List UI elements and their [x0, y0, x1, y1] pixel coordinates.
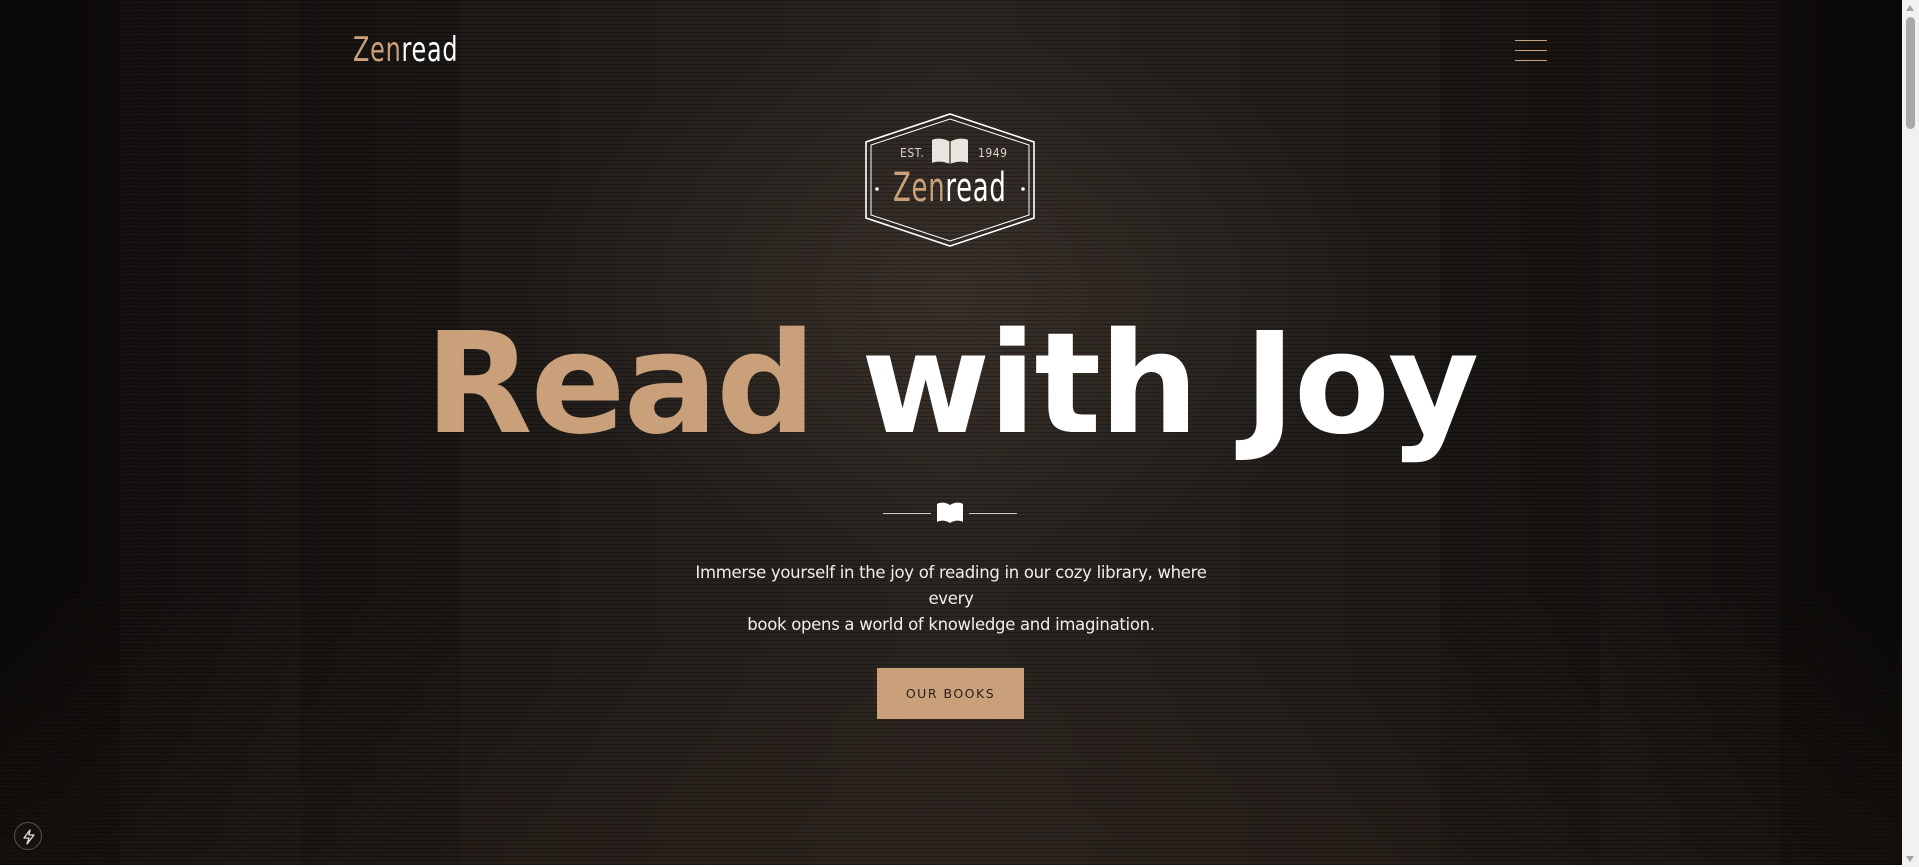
lightning-bolt-icon[interactable]	[14, 822, 42, 850]
scroll-down-arrow-icon[interactable]	[1906, 856, 1914, 862]
divider-line-right	[969, 513, 1017, 514]
ornament-divider	[883, 498, 1017, 528]
logo-read-text: read	[401, 30, 459, 70]
badge-zen-text: Zen	[893, 165, 946, 211]
header-logo[interactable]: Zenread	[353, 30, 458, 70]
page-scrollbar[interactable]	[1902, 0, 1919, 867]
scrollbar-thumb[interactable]	[1906, 17, 1915, 129]
divider-line-left	[883, 513, 931, 514]
tagline-line-2: book opens a world of knowledge and imag…	[747, 615, 1155, 634]
open-book-icon	[937, 502, 963, 523]
logo-zen-text: Zen	[353, 30, 402, 70]
scroll-up-arrow-icon[interactable]	[1906, 5, 1914, 11]
hero-title-accent: Read	[424, 303, 816, 466]
badge-year: 1949	[978, 146, 1008, 160]
badge-est-label: EST.	[900, 146, 925, 160]
hero-tagline: Immerse yourself in the joy of reading i…	[681, 560, 1221, 638]
tagline-line-1: Immerse yourself in the joy of reading i…	[695, 563, 1207, 608]
badge-read-text: read	[945, 165, 1007, 211]
hero-section: Zenread EST. 1949 Zenread Read with Joy	[0, 0, 1902, 865]
open-book-icon	[932, 138, 968, 164]
badge-brand-name: Zenread	[864, 166, 1036, 210]
hamburger-menu-icon[interactable]	[1515, 38, 1547, 64]
hero-title-rest: with Joy	[861, 303, 1479, 466]
our-books-button[interactable]: OUR BOOKS	[877, 668, 1024, 719]
established-badge: EST. 1949 Zenread	[864, 112, 1036, 248]
hero-title: Read with Joy	[0, 310, 1902, 460]
